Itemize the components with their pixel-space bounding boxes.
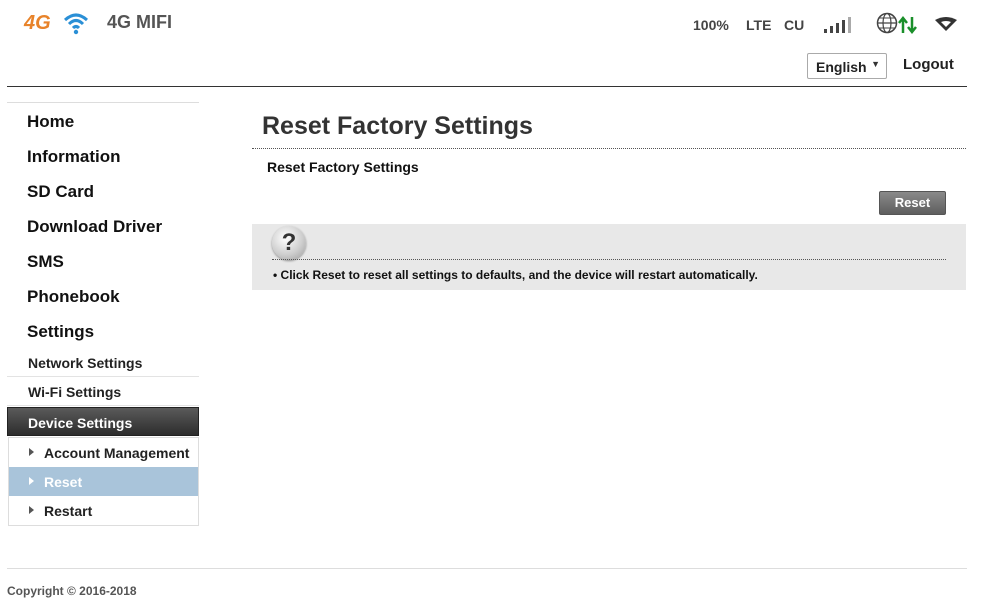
sidebar-divider: [7, 102, 199, 103]
caret-right-icon: [29, 506, 34, 514]
logout-link[interactable]: Logout: [903, 56, 954, 73]
sidebar-item-phonebook[interactable]: Phonebook: [27, 287, 120, 307]
dropdown-arrow-icon: ▼: [871, 59, 880, 69]
submenu-item-account-management[interactable]: Account Management: [9, 438, 198, 467]
copyright-text: Copyright © 2016-2018: [7, 584, 137, 598]
header-divider: [7, 86, 967, 87]
sidebar-item-sms[interactable]: SMS: [27, 252, 64, 272]
submenu-item-restart[interactable]: Restart: [9, 496, 198, 525]
footer-divider: [7, 568, 967, 569]
language-value: English: [816, 59, 867, 75]
sidebar-item-sd-card[interactable]: SD Card: [27, 182, 94, 202]
help-text: • Click Reset to reset all settings to d…: [273, 268, 758, 282]
network-type: LTE: [746, 17, 772, 33]
wifi-status-icon: [935, 17, 957, 31]
logo-wifi-icon: [63, 13, 89, 35]
help-icon: ?: [272, 226, 306, 260]
sidebar-item-information[interactable]: Information: [27, 147, 121, 167]
help-divider: [272, 259, 946, 260]
sidebar-item-download-driver[interactable]: Download Driver: [27, 217, 162, 237]
sidebar-subitem-network-settings[interactable]: Network Settings: [7, 348, 199, 377]
reset-button[interactable]: Reset: [879, 191, 946, 215]
subitem-label: Wi-Fi Settings: [28, 384, 122, 400]
submenu-item-reset[interactable]: Reset: [9, 467, 198, 496]
submenu-label: Reset: [44, 474, 83, 490]
signal-bars-icon: [824, 17, 851, 33]
sidebar-subitem-wifi-settings[interactable]: Wi-Fi Settings: [7, 377, 199, 406]
sidebar-item-settings[interactable]: Settings: [27, 322, 94, 342]
section-label: Reset Factory Settings: [267, 159, 419, 175]
data-transfer-icon: [898, 16, 917, 34]
submenu-label: Account Management: [44, 445, 190, 461]
caret-right-icon: [29, 477, 34, 485]
battery-level: 100%: [693, 17, 729, 33]
logo: 4G: [24, 10, 90, 38]
brand-name: 4G MIFI: [107, 12, 173, 32]
subitem-label: Network Settings: [28, 355, 143, 371]
sidebar-item-home[interactable]: Home: [27, 112, 74, 132]
carrier-name: CU: [784, 17, 805, 33]
language-select[interactable]: English ▼: [807, 53, 887, 79]
submenu-label: Restart: [44, 503, 93, 519]
sidebar-subitem-device-settings[interactable]: Device Settings: [7, 407, 199, 436]
caret-right-icon: [29, 448, 34, 456]
page-title: Reset Factory Settings: [262, 112, 533, 140]
subitem-label: Device Settings: [28, 415, 133, 431]
logo-text: 4G: [24, 12, 51, 34]
title-divider: [252, 148, 966, 149]
globe-icon: [876, 12, 898, 34]
